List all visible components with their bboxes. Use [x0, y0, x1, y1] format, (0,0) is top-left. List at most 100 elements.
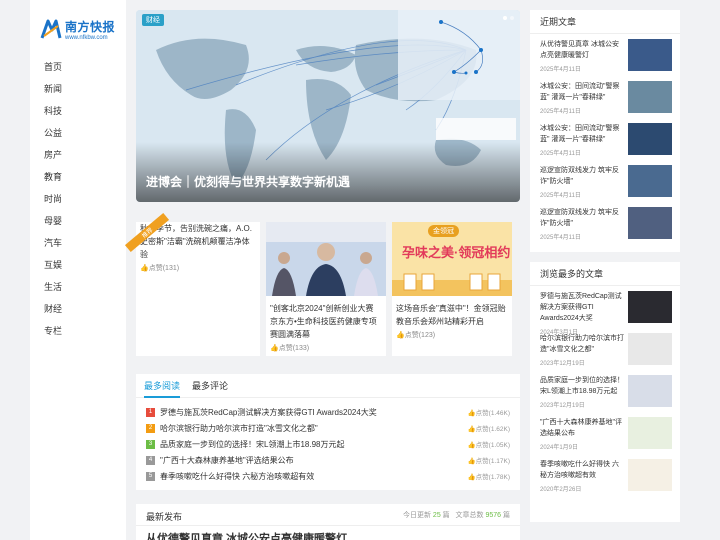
- popular-article-item[interactable]: 罗德与施瓦茨RedCap测试解决方案获得GTI Awards2024大奖 2024…: [530, 286, 680, 336]
- site-url: www.nfkbw.com: [65, 34, 108, 41]
- recent-article-item[interactable]: 巡逻宣防双线发力 筑牢反诈"防火墙" 2025年4月11日: [530, 202, 680, 244]
- article-thumbnail[interactable]: [628, 123, 672, 155]
- news-card[interactable]: 推荐 秋冬季节，告别洗碗之痛，A.O.史密斯"洁霸"洗碗机颠覆洁净体验 👍点赞(…: [124, 212, 260, 356]
- article-date: 2025年4月11日: [540, 193, 581, 199]
- nav-item[interactable]: 房产: [30, 144, 126, 166]
- rank-title[interactable]: 罗德与施瓦茨RedCap测试解决方案获得GTI Awards2024大奖: [160, 407, 468, 418]
- hero-title[interactable]: 进博会｜优刻得与世界共享数字新机遇: [146, 173, 350, 190]
- article-thumbnail[interactable]: [628, 165, 672, 197]
- tab-most-commented[interactable]: 最多评论: [192, 380, 228, 398]
- popular-article-item[interactable]: 春季咳嗽吃什么好得快 六秘方治咳嗽超有效 2020年2月26日: [530, 454, 680, 496]
- site-name: 南方快报: [65, 19, 116, 34]
- ranking-row[interactable]: 4 "广西十大森林康养基地"评选结果公布 👍点赞(1.17K): [146, 452, 510, 468]
- nav-item[interactable]: 公益: [30, 122, 126, 144]
- rank-title[interactable]: "广西十大森林康养基地"评选结果公布: [160, 455, 468, 466]
- card-likes[interactable]: 👍点赞(131): [136, 261, 260, 275]
- ranking-list: 1 罗德与施瓦茨RedCap测试解决方案获得GTI Awards2024大奖 👍点赞…: [136, 398, 520, 484]
- rank-title[interactable]: 春季咳嗽吃什么好得快 六秘方治咳嗽超有效: [160, 471, 468, 482]
- card-brand-badge: 金领冠: [428, 225, 459, 237]
- card-likes[interactable]: 👍点赞(123): [392, 328, 512, 342]
- card-title[interactable]: "创客北京2024"创新创业大赛 京东方•生命科技医药健康专项赛圆满落幕: [266, 296, 386, 341]
- recent-article-item[interactable]: 从优待警见真章 冰城公安点亮健康暖警灯 2025年4月11日: [530, 34, 680, 76]
- article-date: 2025年4月11日: [540, 109, 581, 115]
- rank-number: 4: [146, 455, 155, 465]
- rank-number: 5: [146, 471, 155, 481]
- ranking-row[interactable]: 3 品质家庭一步到位的选择！宋L领潮上市18.98万元起 👍点赞(1.05K): [146, 436, 510, 452]
- article-thumbnail[interactable]: [628, 375, 672, 407]
- recent-heading: 近期文章: [530, 10, 680, 34]
- article-thumbnail[interactable]: [628, 291, 672, 323]
- article-title[interactable]: 罗德与施瓦茨RedCap测试解决方案获得GTI Awards2024大奖: [540, 291, 624, 324]
- slider-dots[interactable]: [503, 16, 514, 20]
- article-title[interactable]: 冰城公安：田间流动"警察蓝" 灌溉一片"春耕绿": [540, 81, 624, 103]
- article-title[interactable]: 品质家庭一步到位的选择！宋L领潮上市18.98万元起: [540, 375, 624, 397]
- recent-articles-panel: 近期文章 从优待警见真章 冰城公安点亮健康暖警灯 2025年4月11日 冰城公安：田…: [530, 10, 680, 252]
- tab-most-read[interactable]: 最多阅读: [144, 380, 181, 398]
- nav-item[interactable]: 教育: [30, 166, 126, 188]
- nav-item[interactable]: 母婴: [30, 210, 126, 232]
- rank-likes[interactable]: 👍点赞(1.05K): [468, 439, 510, 449]
- article-thumbnail[interactable]: [628, 81, 672, 113]
- article-date: 2025年4月11日: [540, 235, 581, 241]
- nav-item[interactable]: 科技: [30, 100, 126, 122]
- hero-category-tag[interactable]: 财经: [142, 14, 164, 26]
- rank-title[interactable]: 品质家庭一步到位的选择！宋L领潮上市18.98万元起: [160, 439, 468, 450]
- nav-item[interactable]: 新闻: [30, 78, 126, 100]
- article-date: 2024年1月9日: [540, 445, 579, 451]
- card-image[interactable]: 金领冠 孕味之美·领冠相约: [392, 222, 512, 296]
- rank-likes[interactable]: 👍点赞(1.78K): [468, 471, 510, 481]
- hero-slider[interactable]: 财经 进博会｜优刻得与世界共享数字新机遇: [136, 10, 520, 202]
- news-card[interactable]: "创客北京2024"创新创业大赛 京东方•生命科技医药健康专项赛圆满落幕 👍点赞…: [266, 222, 386, 356]
- ranking-row[interactable]: 1 罗德与施瓦茨RedCap测试解决方案获得GTI Awards2024大奖 👍点赞…: [146, 404, 510, 420]
- article-thumbnail[interactable]: [628, 39, 672, 71]
- slider-dot[interactable]: [503, 16, 507, 20]
- article-title[interactable]: "广西十大森林康养基地"评选结果公布: [540, 417, 624, 439]
- nav-item[interactable]: 互娱: [30, 254, 126, 276]
- article-stats: 今日更新 25 篇 文章总数 9576 篇: [402, 512, 510, 519]
- popular-article-item[interactable]: 品质家庭一步到位的选择！宋L领潮上市18.98万元起 2023年12月19日: [530, 370, 680, 412]
- article-title[interactable]: 冰城公安：田间流动"警察蓝" 灌溉一片"春耕绿": [540, 123, 624, 145]
- card-image[interactable]: [266, 222, 386, 296]
- recent-article-item[interactable]: 巡逻宣防双线发力 筑牢反诈"防火墙" 2025年4月11日: [530, 160, 680, 202]
- article-thumbnail[interactable]: [628, 417, 672, 449]
- card-banner-text: 孕味之美·领冠相约: [402, 245, 511, 260]
- article-date: 2025年4月11日: [540, 67, 581, 73]
- article-thumbnail[interactable]: [628, 333, 672, 365]
- card-likes[interactable]: 👍点赞(133): [266, 341, 386, 355]
- article-title[interactable]: 春季咳嗽吃什么好得快 六秘方治咳嗽超有效: [540, 459, 624, 481]
- nav-item[interactable]: 生活: [30, 276, 126, 298]
- nav-item[interactable]: 首页: [30, 56, 126, 78]
- latest-article-title[interactable]: 从优德警见真章 冰城公安点亮健康暖警灯: [136, 526, 520, 540]
- ranking-row[interactable]: 2 哈尔滨银行助力哈尔滨市打造"冰雪文化之都" 👍点赞(1.62K): [146, 420, 510, 436]
- thumb-icon: 👍: [140, 265, 149, 272]
- recent-article-item[interactable]: 冰城公安：田间流动"警察蓝" 灌溉一片"春耕绿" 2025年4月11日: [530, 76, 680, 118]
- rank-likes[interactable]: 👍点赞(1.46K): [468, 407, 510, 417]
- article-title[interactable]: 巡逻宣防双线发力 筑牢反诈"防火墙": [540, 165, 624, 187]
- popular-article-item[interactable]: "广西十大森林康养基地"评选结果公布 2024年1月9日: [530, 412, 680, 454]
- article-title[interactable]: 从优待警见真章 冰城公安点亮健康暖警灯: [540, 39, 624, 61]
- ranking-row[interactable]: 5 春季咳嗽吃什么好得快 六秘方治咳嗽超有效 👍点赞(1.78K): [146, 468, 510, 484]
- rank-likes[interactable]: 👍点赞(1.62K): [468, 423, 510, 433]
- card-title[interactable]: 这场音乐会"真滋中"！金领冠贻教音乐会郑州站精彩开启: [392, 296, 512, 328]
- thumb-icon: 👍: [270, 345, 279, 352]
- article-thumbnail[interactable]: [628, 207, 672, 239]
- logo-icon: [40, 18, 62, 40]
- rank-likes[interactable]: 👍点赞(1.17K): [468, 455, 510, 465]
- nav-item[interactable]: 汽车: [30, 232, 126, 254]
- article-date: 2023年12月19日: [540, 403, 585, 409]
- rank-title[interactable]: 哈尔滨银行助力哈尔滨市打造"冰雪文化之都": [160, 423, 468, 434]
- article-title[interactable]: 哈尔滨银行助力哈尔滨市打造"冰雪文化之都": [540, 333, 624, 355]
- slider-dot[interactable]: [510, 16, 514, 20]
- ranking-panel: 最多阅读 最多评论 1 罗德与施瓦茨RedCap测试解决方案获得GTI Award…: [136, 374, 520, 490]
- site-logo[interactable]: 南方快报 www.nfkbw.com: [30, 0, 126, 44]
- nav-item[interactable]: 专栏: [30, 320, 126, 342]
- recent-article-item[interactable]: 冰城公安：田间流动"警察蓝" 灌溉一片"春耕绿" 2025年4月11日: [530, 118, 680, 160]
- ranking-tabs: 最多阅读 最多评论: [136, 374, 520, 398]
- article-thumbnail[interactable]: [628, 459, 672, 491]
- news-card[interactable]: 金领冠 孕味之美·领冠相约 这场音乐会"真滋中"！金领冠贻教音乐会郑州站精彩开启…: [392, 222, 512, 356]
- rank-number: 3: [146, 439, 155, 449]
- article-title[interactable]: 巡逻宣防双线发力 筑牢反诈"防火墙": [540, 207, 624, 229]
- popular-article-item[interactable]: 哈尔滨银行助力哈尔滨市打造"冰雪文化之都" 2023年12月19日: [530, 328, 680, 370]
- nav-item[interactable]: 财经: [30, 298, 126, 320]
- nav-item[interactable]: 时尚: [30, 188, 126, 210]
